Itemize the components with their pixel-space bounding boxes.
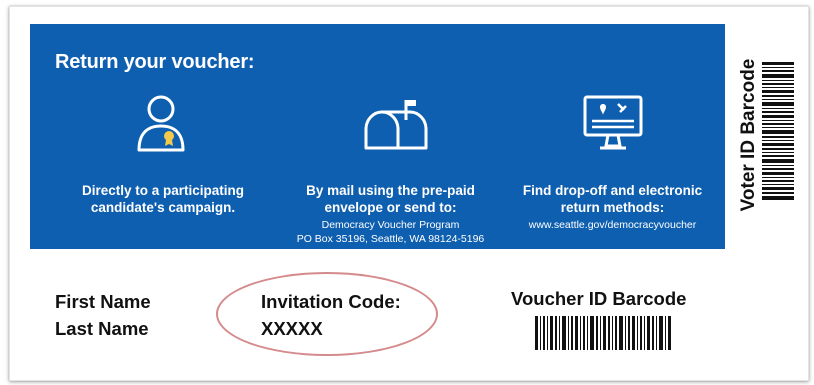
option-mail: By mail using the pre-paid envelope or s… [278,94,503,254]
invitation-code-block: Invitation Code: XXXXX [261,288,401,342]
online-url: www.seattle.gov/democracyvoucher [528,219,697,231]
voucher-id-barcode [535,316,671,350]
voter-id-barcode-text: Voter ID Barcode [738,58,759,212]
return-voucher-panel: Return your voucher: Directly to a parti… [30,24,725,249]
voter-id-barcode-label: Voter ID Barcode [735,50,763,220]
mail-program-name: Democracy Voucher Program [321,219,460,231]
voter-id-barcode [762,62,794,200]
panel-title: Return your voucher: [55,51,255,73]
voucher-id-barcode-label: Voucher ID Barcode [511,288,687,309]
mailbox-icon [364,100,428,150]
computer-monitor-icon [583,95,643,150]
first-name: First Name [55,291,151,312]
option-mail-text: By mail using the pre-paid envelope or s… [306,183,475,215]
option-candidate-campaign: Directly to a participating candidate's … [58,94,268,244]
option-online: Find drop-off and electronic return meth… [510,94,715,244]
recipient-name: First Name Last Name [55,288,151,342]
option-candidate-text: Directly to a participating candidate's … [81,183,245,215]
invitation-code-value: XXXXX [261,318,323,339]
person-with-badge-icon [137,95,185,152]
mail-address: PO Box 35196, Seattle, WA 98124-5196 [296,233,485,245]
invitation-code-label: Invitation Code: [261,291,401,312]
last-name: Last Name [55,318,149,339]
option-online-text: Find drop-off and electronic return meth… [522,183,703,215]
